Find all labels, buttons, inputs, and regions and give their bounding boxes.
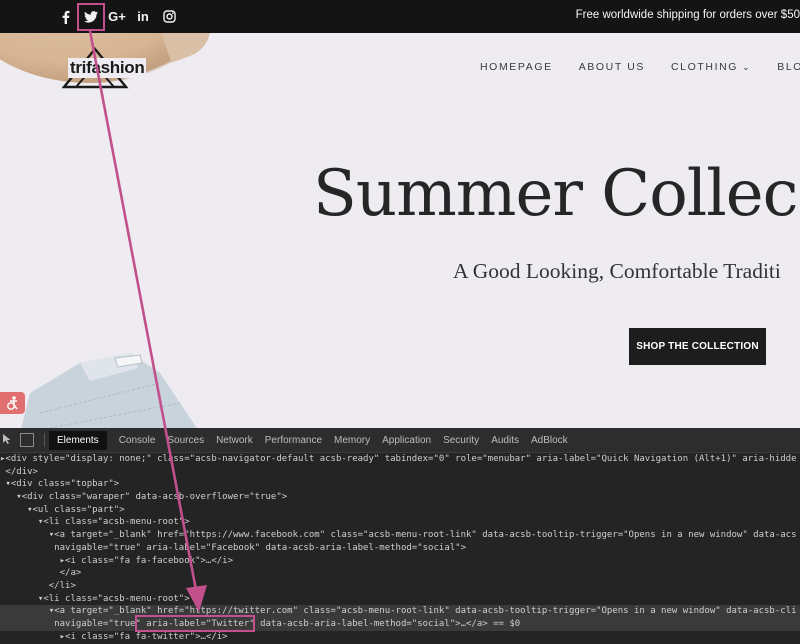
dom-tree-line[interactable]: ▾<ul class="part"> bbox=[0, 504, 800, 517]
facebook-icon[interactable] bbox=[52, 4, 78, 30]
aria-label-highlight-box bbox=[135, 615, 255, 632]
dom-tree-line-selected-attrs[interactable]: navigable="true" aria-label="Twitter" da… bbox=[0, 617, 800, 631]
dom-tree-line[interactable]: ▾<div class="topbar"> bbox=[0, 478, 800, 491]
dom-tree-line[interactable]: </li> bbox=[0, 580, 800, 593]
tab-network[interactable]: Network bbox=[216, 435, 253, 446]
hero-banner: trifashion HOMEPAGE ABOUT US CLOTHING ⌄ B… bbox=[0, 33, 800, 428]
dom-tree-line[interactable]: navigable="true" aria-label="Facebook" d… bbox=[0, 542, 800, 555]
tab-memory[interactable]: Memory bbox=[334, 435, 370, 446]
dom-tree-line[interactable]: ▾<a target="_blank" href="https://www.fa… bbox=[0, 529, 800, 542]
main-nav: HOMEPAGE ABOUT US CLOTHING⌄ BLOG bbox=[480, 61, 800, 73]
dom-tree-line[interactable]: ▸<div style="display: none;" class="acsb… bbox=[0, 453, 800, 466]
nav-item-about-us[interactable]: ABOUT US bbox=[579, 61, 645, 73]
hat-brim-image bbox=[161, 33, 219, 63]
nav-item-homepage[interactable]: HOMEPAGE bbox=[480, 61, 553, 73]
dom-tree-line[interactable]: ▸<i class="fa fa-facebook">…</i> bbox=[0, 555, 800, 568]
dom-tree-line[interactable]: </div> bbox=[0, 466, 800, 479]
twitter-icon[interactable] bbox=[77, 2, 105, 31]
tab-audits[interactable]: Audits bbox=[491, 435, 519, 446]
logo-text[interactable]: trifashion bbox=[68, 58, 147, 78]
tab-separator bbox=[44, 433, 45, 447]
top-bar: G+ in Free worldwide shipping for orders… bbox=[0, 0, 800, 33]
dom-tree-line[interactable]: ▾<li class="acsb-menu-root"> bbox=[0, 593, 800, 606]
devtools-panel: Elements Console Sources Network Perform… bbox=[0, 428, 800, 644]
device-toolbar-icon[interactable] bbox=[20, 433, 34, 447]
devtools-tab-bar: Elements Console Sources Network Perform… bbox=[0, 428, 800, 453]
tab-performance[interactable]: Performance bbox=[265, 435, 322, 446]
shop-collection-button[interactable]: SHOP THE COLLECTION bbox=[629, 328, 766, 365]
tab-sources[interactable]: Sources bbox=[167, 435, 204, 446]
chevron-down-icon: ⌄ bbox=[742, 62, 752, 72]
tab-adblock[interactable]: AdBlock bbox=[531, 435, 568, 446]
dom-tree: ▸<div style="display: none;" class="acsb… bbox=[0, 453, 800, 643]
dom-tree-line[interactable]: ▾<div class="waraper" data-acsb-overflow… bbox=[0, 491, 800, 504]
nav-item-clothing-label: CLOTHING bbox=[671, 61, 739, 73]
dom-tree-line[interactable]: ▾<li class="acsb-menu-root"> bbox=[0, 516, 800, 529]
google-plus-icon[interactable]: G+ bbox=[104, 4, 130, 30]
tab-security[interactable]: Security bbox=[443, 435, 479, 446]
hero-title: Summer Collec bbox=[313, 157, 798, 231]
tab-application[interactable]: Application bbox=[382, 435, 431, 446]
jeans-image bbox=[21, 353, 197, 428]
nav-item-blog[interactable]: BLOG bbox=[777, 61, 800, 73]
nav-item-clothing[interactable]: CLOTHING ⌄ bbox=[671, 61, 751, 73]
tab-console[interactable]: Console bbox=[119, 435, 156, 446]
dom-tree-line[interactable]: ▸<i class="fa fa-twitter">…</i> bbox=[0, 631, 800, 644]
tab-elements[interactable]: Elements bbox=[49, 430, 107, 450]
social-links: G+ in bbox=[52, 0, 182, 33]
dom-tree-line[interactable]: </a> bbox=[0, 567, 800, 580]
linkedin-icon[interactable]: in bbox=[130, 4, 156, 30]
accessibility-icon bbox=[6, 396, 18, 410]
instagram-icon[interactable] bbox=[156, 4, 182, 30]
inspect-element-icon[interactable] bbox=[2, 433, 12, 447]
accessibility-button[interactable] bbox=[0, 392, 25, 414]
shipping-notice: Free worldwide shipping for orders over … bbox=[575, 9, 800, 21]
hero-subtitle: A Good Looking, Comfortable Traditi bbox=[453, 259, 781, 283]
dom-tree-line-selected[interactable]: ▾<a target="_blank" href="https://twitte… bbox=[0, 605, 800, 618]
